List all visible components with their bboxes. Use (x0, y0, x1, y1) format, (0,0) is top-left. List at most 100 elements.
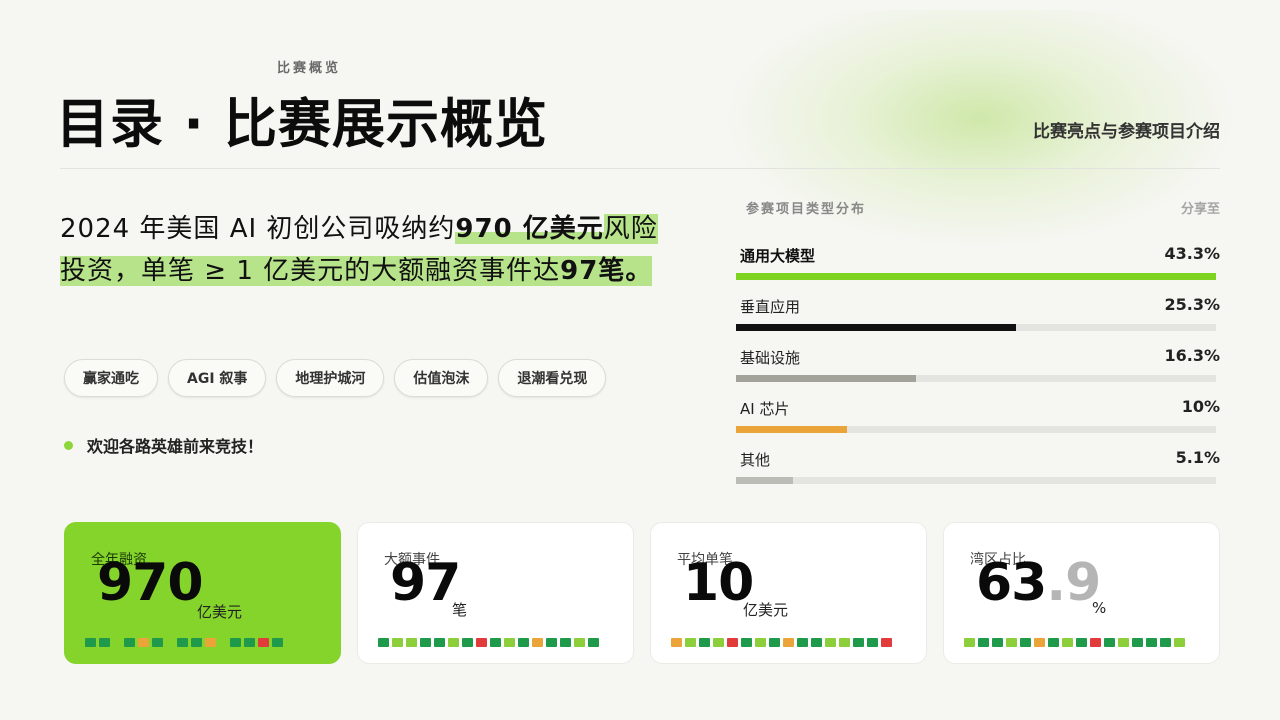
tag-chip[interactable]: 赢家通吃 (64, 359, 158, 397)
status-segment (258, 638, 269, 647)
lead-paragraph: 2024 年美国 AI 初创公司吸纳约970 亿美元风险投资，单笔 ≥ 1 亿美… (60, 208, 680, 292)
stat-number-int: 970 (97, 553, 204, 613)
status-segment (699, 638, 710, 647)
status-segment (138, 638, 149, 647)
status-segment (727, 638, 738, 647)
distribution-label: 通用大模型 (740, 247, 816, 265)
status-segment (755, 638, 766, 647)
distribution-track (736, 426, 1216, 433)
lead-text-1: 2024 年美国 AI 初创公司吸纳约 (60, 214, 456, 244)
status-segment (518, 638, 529, 647)
status-segment (797, 638, 808, 647)
distribution-label: 基础设施 (740, 349, 801, 367)
status-segment (504, 638, 515, 647)
status-segment (177, 638, 188, 647)
status-segment (99, 638, 110, 647)
distribution-track (736, 324, 1216, 331)
stat-unit: 亿美元 (197, 603, 243, 621)
status-segments (964, 638, 1185, 647)
stat-number: 97 (390, 553, 461, 613)
status-segment (964, 638, 975, 647)
distribution-fill (736, 324, 1017, 331)
status-segment (448, 638, 459, 647)
status-segments (85, 638, 283, 647)
status-segment (978, 638, 989, 647)
share-link[interactable]: 分享至 (1181, 198, 1220, 217)
status-segment (853, 638, 864, 647)
distribution-track (736, 273, 1216, 280)
distribution-label: AI 芯片 (740, 400, 790, 418)
section-kicker: 比赛概览 (277, 61, 342, 76)
bullet-dot-icon (64, 440, 73, 450)
status-segment (867, 638, 878, 647)
header-divider (60, 168, 1220, 169)
distribution-fill (736, 273, 1216, 280)
status-segment (769, 638, 780, 647)
distribution-track (736, 375, 1216, 382)
stat-number-int: 97 (390, 553, 461, 613)
status-segment (574, 638, 585, 647)
tag-chip[interactable]: 地理护城河 (276, 359, 385, 397)
status-segment (124, 638, 135, 647)
status-segments (671, 638, 892, 647)
status-segment (1104, 638, 1115, 647)
distribution-value: 43.3% (1164, 244, 1220, 263)
distribution-header: 参赛项目类型分布 分享至 (746, 198, 1220, 217)
status-segment (1076, 638, 1087, 647)
status-segment (839, 638, 850, 647)
status-segment (811, 638, 822, 647)
status-segment (685, 638, 696, 647)
distribution-fill (736, 477, 793, 484)
status-segment (230, 638, 241, 647)
distribution-fill (736, 426, 847, 433)
status-segment (1006, 638, 1017, 647)
distribution-value: 5.1% (1175, 448, 1220, 467)
distribution-title: 参赛项目类型分布 (746, 202, 867, 217)
status-segment (741, 638, 752, 647)
stat-unit: % (1092, 599, 1107, 617)
lead-highlight-count: 97 (560, 256, 599, 286)
status-segment (825, 638, 836, 647)
stat-unit: 亿美元 (743, 601, 789, 619)
status-segment (1062, 638, 1073, 647)
status-segment (378, 638, 389, 647)
distribution-track (736, 477, 1216, 484)
status-segment (1048, 638, 1059, 647)
status-segment (1020, 638, 1031, 647)
stat-unit: 笔 (452, 601, 468, 619)
stat-number: 970 (97, 553, 204, 613)
status-segment (205, 638, 216, 647)
status-segment (462, 638, 473, 647)
stat-number-int: 63 (976, 553, 1047, 613)
distribution-row: 其他 5.1% (736, 441, 1220, 492)
status-segment (420, 638, 431, 647)
status-segment (476, 638, 487, 647)
status-segment (881, 638, 892, 647)
status-segment (392, 638, 403, 647)
tag-chip[interactable]: 退潮看兑现 (498, 359, 607, 397)
tag-chip[interactable]: AGI 叙事 (168, 359, 267, 397)
tag-chip[interactable]: 估值泡沫 (394, 359, 489, 397)
distribution-row: 垂直应用 25.3% (736, 288, 1220, 339)
distribution-rows: 通用大模型 43.3% 垂直应用 25.3% 基础设施 16.3% AI 芯片 10% 其他 5.… (736, 237, 1220, 492)
stat-card: 平均单笔 10 亿美元 (650, 522, 927, 664)
page-title: 目录 · 比赛展示概览 (56, 94, 549, 155)
status-segment (406, 638, 417, 647)
lead-highlight-funding: 970 亿美元 (455, 214, 604, 244)
status-segment (713, 638, 724, 647)
distribution-value: 16.3% (1164, 346, 1220, 365)
status-segment (671, 638, 682, 647)
status-segment (1146, 638, 1157, 647)
distribution-row: 基础设施 16.3% (736, 339, 1220, 390)
status-segment (1132, 638, 1143, 647)
status-segment (1118, 638, 1129, 647)
distribution-value: 25.3% (1164, 295, 1220, 314)
status-segment (783, 638, 794, 647)
distribution-label: 垂直应用 (740, 298, 801, 316)
stat-cards: 全年融资 970 亿美元 大额事件 97 笔平均单笔 10 亿美元 湾区占比 63.9% (64, 522, 1220, 664)
tag-list: 赢家通吃 AGI 叙事 地理护城河 估值泡沫 退潮看兑现 (64, 359, 607, 397)
status-segment (85, 638, 96, 647)
status-segment (992, 638, 1003, 647)
project-distribution: 参赛项目类型分布 分享至 通用大模型 43.3% 垂直应用 25.3% 基础设施 16.3… (736, 198, 1220, 492)
stat-card: 全年融资 970 亿美元 (64, 522, 341, 664)
